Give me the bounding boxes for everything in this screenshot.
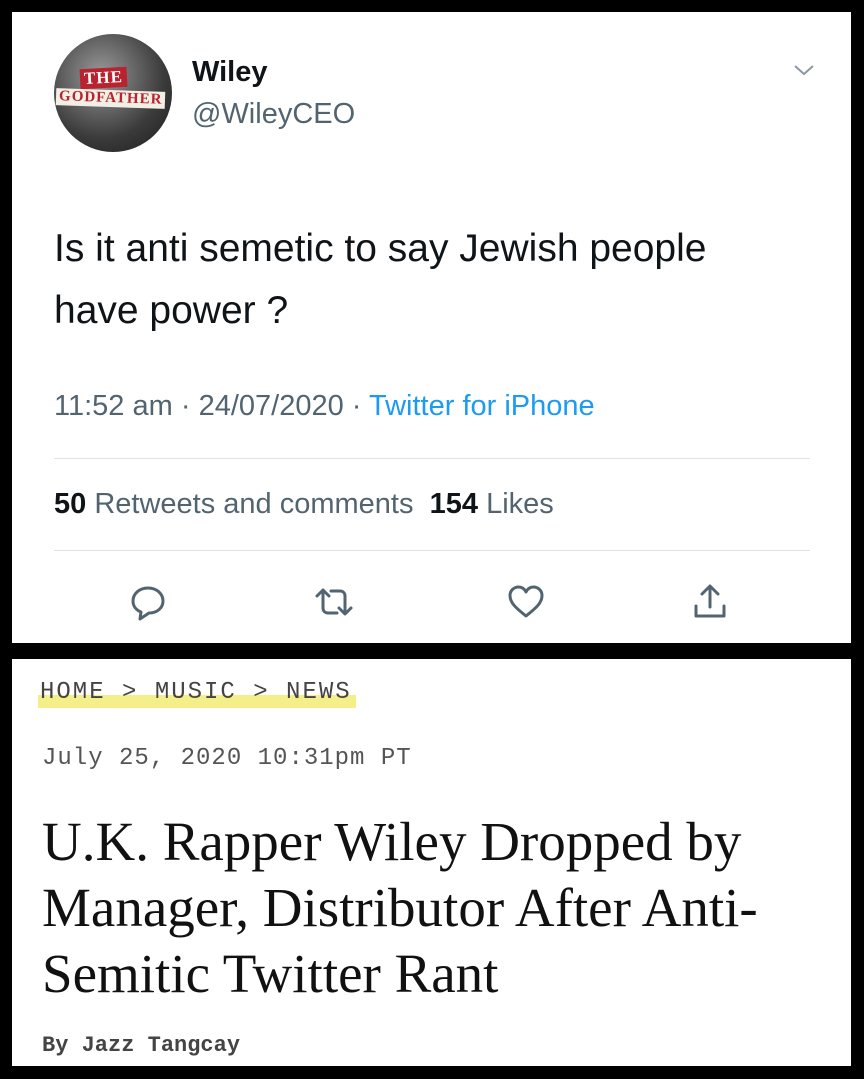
avatar-text-line1: THE bbox=[79, 66, 128, 90]
reply-icon[interactable] bbox=[128, 582, 168, 622]
tweet-stats: 50 Retweets and comments 154 Likes bbox=[54, 488, 554, 521]
tweet-text: Is it anti semetic to say Jewish people … bbox=[54, 227, 707, 332]
chevron-down-icon[interactable] bbox=[792, 62, 816, 78]
meta-separator: · bbox=[180, 390, 191, 422]
article-headline: U.K. Rapper Wiley Dropped by Manager, Di… bbox=[42, 811, 758, 1004]
breadcrumb[interactable]: HOME > MUSIC > NEWS bbox=[38, 679, 356, 708]
meta-separator: · bbox=[351, 390, 362, 422]
retweets-stat[interactable]: 50 Retweets and comments bbox=[54, 488, 413, 520]
retweets-count: 50 bbox=[54, 488, 87, 520]
article-date: July 25, 2020 10:31pm PT bbox=[42, 745, 412, 772]
display-name[interactable]: Wiley bbox=[192, 56, 268, 89]
tweet-date[interactable]: 24/07/2020 bbox=[199, 390, 344, 422]
tweet-meta: 11:52 am · 24/07/2020 · Twitter for iPho… bbox=[54, 390, 595, 423]
retweets-label: Retweets and comments bbox=[94, 488, 414, 520]
article-byline[interactable]: By Jazz Tangcay bbox=[42, 1033, 240, 1058]
avatar[interactable]: THE GODFATHER bbox=[54, 34, 172, 152]
tweet-source[interactable]: Twitter for iPhone bbox=[369, 390, 595, 422]
likes-count: 154 bbox=[429, 488, 478, 520]
like-icon[interactable] bbox=[506, 582, 546, 622]
retweet-icon[interactable] bbox=[314, 582, 354, 622]
share-icon[interactable] bbox=[690, 582, 730, 622]
divider bbox=[54, 550, 810, 551]
tweet-time[interactable]: 11:52 am bbox=[54, 390, 173, 422]
article-card: HOME > MUSIC > NEWS July 25, 2020 10:31p… bbox=[12, 659, 851, 1066]
divider bbox=[54, 458, 810, 459]
likes-stat[interactable]: 154 Likes bbox=[430, 488, 554, 520]
avatar-text-line2: GODFATHER bbox=[55, 88, 166, 109]
tweet-card: THE GODFATHER Wiley @WileyCEO Is it anti… bbox=[12, 12, 851, 643]
likes-label: Likes bbox=[486, 488, 554, 520]
user-handle[interactable]: @WileyCEO bbox=[192, 98, 355, 131]
